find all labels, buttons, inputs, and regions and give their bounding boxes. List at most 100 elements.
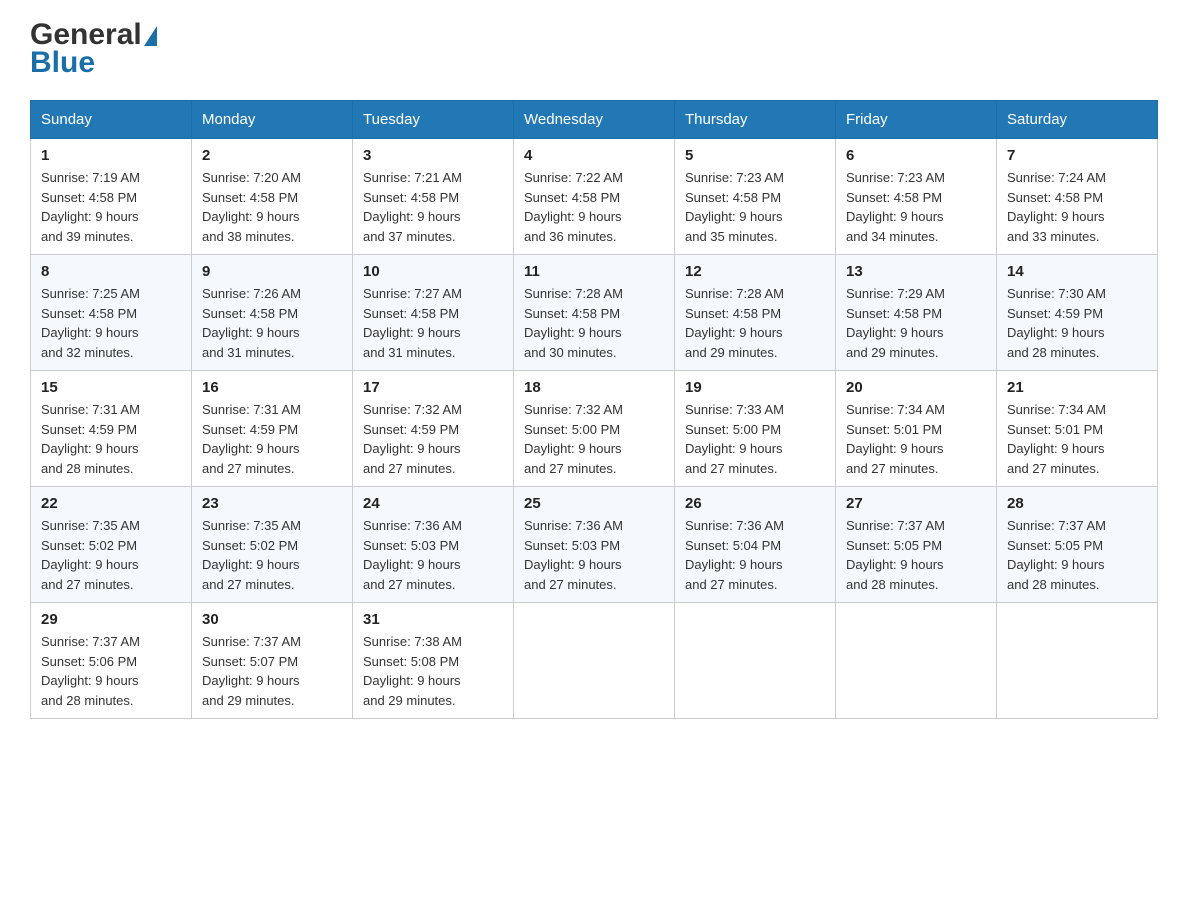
day-number: 31 xyxy=(363,611,503,628)
calendar-header: SundayMondayTuesdayWednesdayThursdayFrid… xyxy=(31,101,1158,139)
header-cell-thursday: Thursday xyxy=(675,101,836,139)
day-info: Sunrise: 7:30 AM Sunset: 4:59 PM Dayligh… xyxy=(1007,284,1147,362)
day-number: 28 xyxy=(1007,495,1147,512)
day-number: 19 xyxy=(685,379,825,396)
day-cell: 28 Sunrise: 7:37 AM Sunset: 5:05 PM Dayl… xyxy=(997,487,1158,603)
day-cell xyxy=(997,603,1158,719)
calendar-table: SundayMondayTuesdayWednesdayThursdayFrid… xyxy=(30,100,1158,719)
day-info: Sunrise: 7:31 AM Sunset: 4:59 PM Dayligh… xyxy=(202,400,342,478)
day-number: 22 xyxy=(41,495,181,512)
day-number: 15 xyxy=(41,379,181,396)
header-cell-tuesday: Tuesday xyxy=(353,101,514,139)
header-cell-friday: Friday xyxy=(836,101,997,139)
day-info: Sunrise: 7:28 AM Sunset: 4:58 PM Dayligh… xyxy=(685,284,825,362)
day-cell: 24 Sunrise: 7:36 AM Sunset: 5:03 PM Dayl… xyxy=(353,487,514,603)
day-number: 20 xyxy=(846,379,986,396)
day-number: 12 xyxy=(685,263,825,280)
day-cell xyxy=(675,603,836,719)
day-number: 23 xyxy=(202,495,342,512)
header-row: SundayMondayTuesdayWednesdayThursdayFrid… xyxy=(31,101,1158,139)
day-cell: 5 Sunrise: 7:23 AM Sunset: 4:58 PM Dayli… xyxy=(675,139,836,255)
day-cell: 11 Sunrise: 7:28 AM Sunset: 4:58 PM Dayl… xyxy=(514,255,675,371)
day-cell: 13 Sunrise: 7:29 AM Sunset: 4:58 PM Dayl… xyxy=(836,255,997,371)
day-cell: 9 Sunrise: 7:26 AM Sunset: 4:58 PM Dayli… xyxy=(192,255,353,371)
day-cell: 23 Sunrise: 7:35 AM Sunset: 5:02 PM Dayl… xyxy=(192,487,353,603)
day-info: Sunrise: 7:21 AM Sunset: 4:58 PM Dayligh… xyxy=(363,168,503,246)
day-info: Sunrise: 7:36 AM Sunset: 5:03 PM Dayligh… xyxy=(363,516,503,594)
week-row-2: 8 Sunrise: 7:25 AM Sunset: 4:58 PM Dayli… xyxy=(31,255,1158,371)
day-cell: 2 Sunrise: 7:20 AM Sunset: 4:58 PM Dayli… xyxy=(192,139,353,255)
day-cell: 25 Sunrise: 7:36 AM Sunset: 5:03 PM Dayl… xyxy=(514,487,675,603)
day-cell: 8 Sunrise: 7:25 AM Sunset: 4:58 PM Dayli… xyxy=(31,255,192,371)
day-cell: 4 Sunrise: 7:22 AM Sunset: 4:58 PM Dayli… xyxy=(514,139,675,255)
day-cell: 27 Sunrise: 7:37 AM Sunset: 5:05 PM Dayl… xyxy=(836,487,997,603)
day-cell: 17 Sunrise: 7:32 AM Sunset: 4:59 PM Dayl… xyxy=(353,371,514,487)
day-number: 6 xyxy=(846,147,986,164)
header-cell-wednesday: Wednesday xyxy=(514,101,675,139)
day-cell: 21 Sunrise: 7:34 AM Sunset: 5:01 PM Dayl… xyxy=(997,371,1158,487)
day-cell: 3 Sunrise: 7:21 AM Sunset: 4:58 PM Dayli… xyxy=(353,139,514,255)
day-info: Sunrise: 7:23 AM Sunset: 4:58 PM Dayligh… xyxy=(846,168,986,246)
day-number: 11 xyxy=(524,263,664,280)
day-cell xyxy=(514,603,675,719)
day-number: 8 xyxy=(41,263,181,280)
day-info: Sunrise: 7:28 AM Sunset: 4:58 PM Dayligh… xyxy=(524,284,664,362)
day-cell: 20 Sunrise: 7:34 AM Sunset: 5:01 PM Dayl… xyxy=(836,371,997,487)
day-number: 24 xyxy=(363,495,503,512)
day-info: Sunrise: 7:24 AM Sunset: 4:58 PM Dayligh… xyxy=(1007,168,1147,246)
header-cell-saturday: Saturday xyxy=(997,101,1158,139)
day-number: 16 xyxy=(202,379,342,396)
week-row-4: 22 Sunrise: 7:35 AM Sunset: 5:02 PM Dayl… xyxy=(31,487,1158,603)
day-number: 29 xyxy=(41,611,181,628)
week-row-1: 1 Sunrise: 7:19 AM Sunset: 4:58 PM Dayli… xyxy=(31,139,1158,255)
day-number: 14 xyxy=(1007,263,1147,280)
day-number: 7 xyxy=(1007,147,1147,164)
day-cell xyxy=(836,603,997,719)
week-row-3: 15 Sunrise: 7:31 AM Sunset: 4:59 PM Dayl… xyxy=(31,371,1158,487)
day-number: 13 xyxy=(846,263,986,280)
day-info: Sunrise: 7:19 AM Sunset: 4:58 PM Dayligh… xyxy=(41,168,181,246)
day-cell: 16 Sunrise: 7:31 AM Sunset: 4:59 PM Dayl… xyxy=(192,371,353,487)
day-number: 1 xyxy=(41,147,181,164)
day-info: Sunrise: 7:34 AM Sunset: 5:01 PM Dayligh… xyxy=(1007,400,1147,478)
day-number: 9 xyxy=(202,263,342,280)
day-info: Sunrise: 7:37 AM Sunset: 5:05 PM Dayligh… xyxy=(1007,516,1147,594)
day-info: Sunrise: 7:26 AM Sunset: 4:58 PM Dayligh… xyxy=(202,284,342,362)
day-cell: 15 Sunrise: 7:31 AM Sunset: 4:59 PM Dayl… xyxy=(31,371,192,487)
day-cell: 31 Sunrise: 7:38 AM Sunset: 5:08 PM Dayl… xyxy=(353,603,514,719)
day-number: 30 xyxy=(202,611,342,628)
day-cell: 10 Sunrise: 7:27 AM Sunset: 4:58 PM Dayl… xyxy=(353,255,514,371)
header-cell-sunday: Sunday xyxy=(31,101,192,139)
week-row-5: 29 Sunrise: 7:37 AM Sunset: 5:06 PM Dayl… xyxy=(31,603,1158,719)
day-info: Sunrise: 7:25 AM Sunset: 4:58 PM Dayligh… xyxy=(41,284,181,362)
day-cell: 29 Sunrise: 7:37 AM Sunset: 5:06 PM Dayl… xyxy=(31,603,192,719)
day-number: 21 xyxy=(1007,379,1147,396)
day-info: Sunrise: 7:38 AM Sunset: 5:08 PM Dayligh… xyxy=(363,632,503,710)
day-cell: 1 Sunrise: 7:19 AM Sunset: 4:58 PM Dayli… xyxy=(31,139,192,255)
day-info: Sunrise: 7:35 AM Sunset: 5:02 PM Dayligh… xyxy=(41,516,181,594)
day-info: Sunrise: 7:37 AM Sunset: 5:06 PM Dayligh… xyxy=(41,632,181,710)
day-cell: 14 Sunrise: 7:30 AM Sunset: 4:59 PM Dayl… xyxy=(997,255,1158,371)
day-cell: 26 Sunrise: 7:36 AM Sunset: 5:04 PM Dayl… xyxy=(675,487,836,603)
day-cell: 12 Sunrise: 7:28 AM Sunset: 4:58 PM Dayl… xyxy=(675,255,836,371)
day-info: Sunrise: 7:37 AM Sunset: 5:07 PM Dayligh… xyxy=(202,632,342,710)
day-number: 3 xyxy=(363,147,503,164)
calendar-body: 1 Sunrise: 7:19 AM Sunset: 4:58 PM Dayli… xyxy=(31,139,1158,719)
day-info: Sunrise: 7:27 AM Sunset: 4:58 PM Dayligh… xyxy=(363,284,503,362)
day-cell: 7 Sunrise: 7:24 AM Sunset: 4:58 PM Dayli… xyxy=(997,139,1158,255)
logo: General Blue xyxy=(30,20,157,80)
day-number: 10 xyxy=(363,263,503,280)
day-info: Sunrise: 7:31 AM Sunset: 4:59 PM Dayligh… xyxy=(41,400,181,478)
day-cell: 30 Sunrise: 7:37 AM Sunset: 5:07 PM Dayl… xyxy=(192,603,353,719)
day-info: Sunrise: 7:34 AM Sunset: 5:01 PM Dayligh… xyxy=(846,400,986,478)
day-info: Sunrise: 7:35 AM Sunset: 5:02 PM Dayligh… xyxy=(202,516,342,594)
day-number: 4 xyxy=(524,147,664,164)
logo-blue-text: Blue xyxy=(30,46,95,79)
day-info: Sunrise: 7:29 AM Sunset: 4:58 PM Dayligh… xyxy=(846,284,986,362)
day-info: Sunrise: 7:36 AM Sunset: 5:03 PM Dayligh… xyxy=(524,516,664,594)
day-number: 2 xyxy=(202,147,342,164)
day-info: Sunrise: 7:36 AM Sunset: 5:04 PM Dayligh… xyxy=(685,516,825,594)
page-header: General Blue xyxy=(30,20,1158,80)
day-info: Sunrise: 7:32 AM Sunset: 4:59 PM Dayligh… xyxy=(363,400,503,478)
day-cell: 19 Sunrise: 7:33 AM Sunset: 5:00 PM Dayl… xyxy=(675,371,836,487)
